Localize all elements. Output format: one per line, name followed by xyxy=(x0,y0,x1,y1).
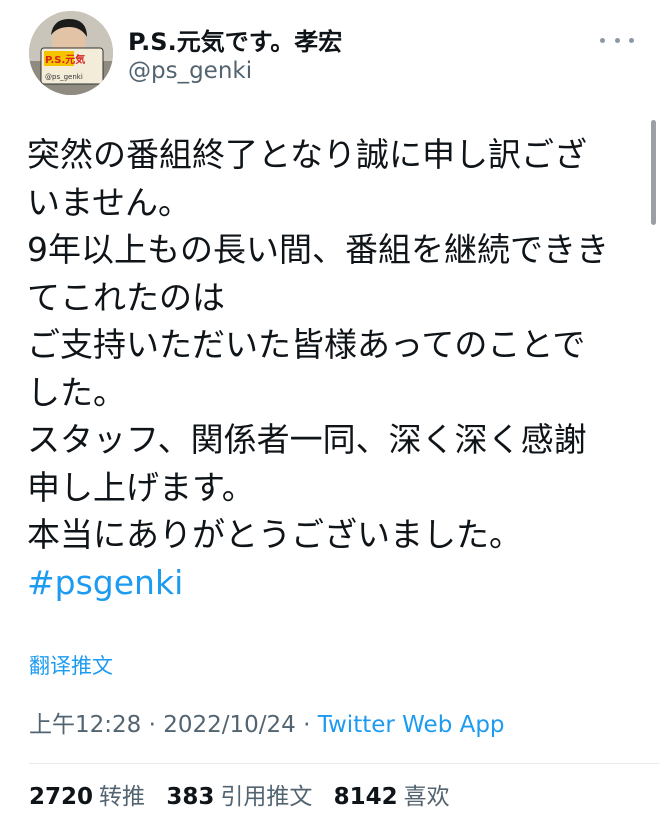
tweet-source-link[interactable]: Twitter Web App xyxy=(318,712,505,738)
translate-tweet-link[interactable]: 翻译推文 xyxy=(29,650,113,680)
quotes-label: 引用推文 xyxy=(220,784,313,810)
divider xyxy=(29,763,660,764)
tweet-text-line: 9年以上もの長い間、番組を継続できき xyxy=(27,230,609,269)
tweet-date[interactable]: 2022/10/24 xyxy=(163,712,296,738)
hashtag-link[interactable]: #psgenki xyxy=(27,559,642,607)
tweet-text-line: スタッフ、関係者一同、深く深く感謝 xyxy=(27,420,587,459)
tweet-text-line: した。 xyxy=(27,372,126,412)
meta-separator: · xyxy=(295,712,318,738)
tweet-meta: 上午12:28 · 2022/10/24 · Twitter Web App xyxy=(29,705,505,739)
retweets-label: 转推 xyxy=(99,784,146,810)
likes-stat[interactable]: 8142 喜欢 xyxy=(334,777,450,811)
quotes-stat[interactable]: 383 引用推文 xyxy=(166,777,312,811)
avatar-sign-text: P.S.元気 xyxy=(45,53,85,66)
tweet-text-line: 申し上げます。 xyxy=(27,467,255,507)
more-horizontal-icon[interactable] xyxy=(600,30,634,50)
scrollbar[interactable] xyxy=(651,120,656,225)
tweet-header: P.S.元気 @ps_genki P.S.元気です。孝宏 @ps_genki xyxy=(0,0,660,110)
tweet-text-line: 突然の番組終了となり誠に申し訳ござ xyxy=(27,135,588,174)
avatar-image: P.S.元気 @ps_genki xyxy=(29,11,113,95)
display-name[interactable]: P.S.元気です。孝宏 xyxy=(128,22,342,57)
tweet-text-line: いません。 xyxy=(27,182,192,222)
avatar[interactable]: P.S.元気 @ps_genki xyxy=(29,11,113,95)
tweet-time[interactable]: 上午12:28 xyxy=(29,712,141,738)
tweet-text: 突然の番組終了となり誠に申し訳ござ いません。 9年以上もの長い間、番組を継続で… xyxy=(27,131,642,606)
likes-label: 喜欢 xyxy=(403,784,450,810)
more-dot xyxy=(614,37,620,43)
likes-count: 8142 xyxy=(333,784,398,810)
retweets-count: 2720 xyxy=(29,784,94,810)
tweet-stats: 2720 转推 383 引用推文 8142 喜欢 xyxy=(29,777,464,811)
meta-separator: · xyxy=(141,712,164,738)
more-dot xyxy=(600,37,605,43)
tweet-text-line: 本当にありがとうございました。 xyxy=(27,515,522,554)
avatar-sign-handle: @ps_genki xyxy=(45,73,83,81)
tweet-text-line: てこれたのは xyxy=(27,277,225,317)
user-handle[interactable]: @ps_genki xyxy=(128,58,252,84)
quotes-count: 383 xyxy=(166,784,215,810)
tweet-text-line: ご支持いただいた皆様あってのことで xyxy=(27,325,586,364)
more-dot xyxy=(629,37,634,43)
retweets-stat[interactable]: 2720 转推 xyxy=(29,777,145,811)
